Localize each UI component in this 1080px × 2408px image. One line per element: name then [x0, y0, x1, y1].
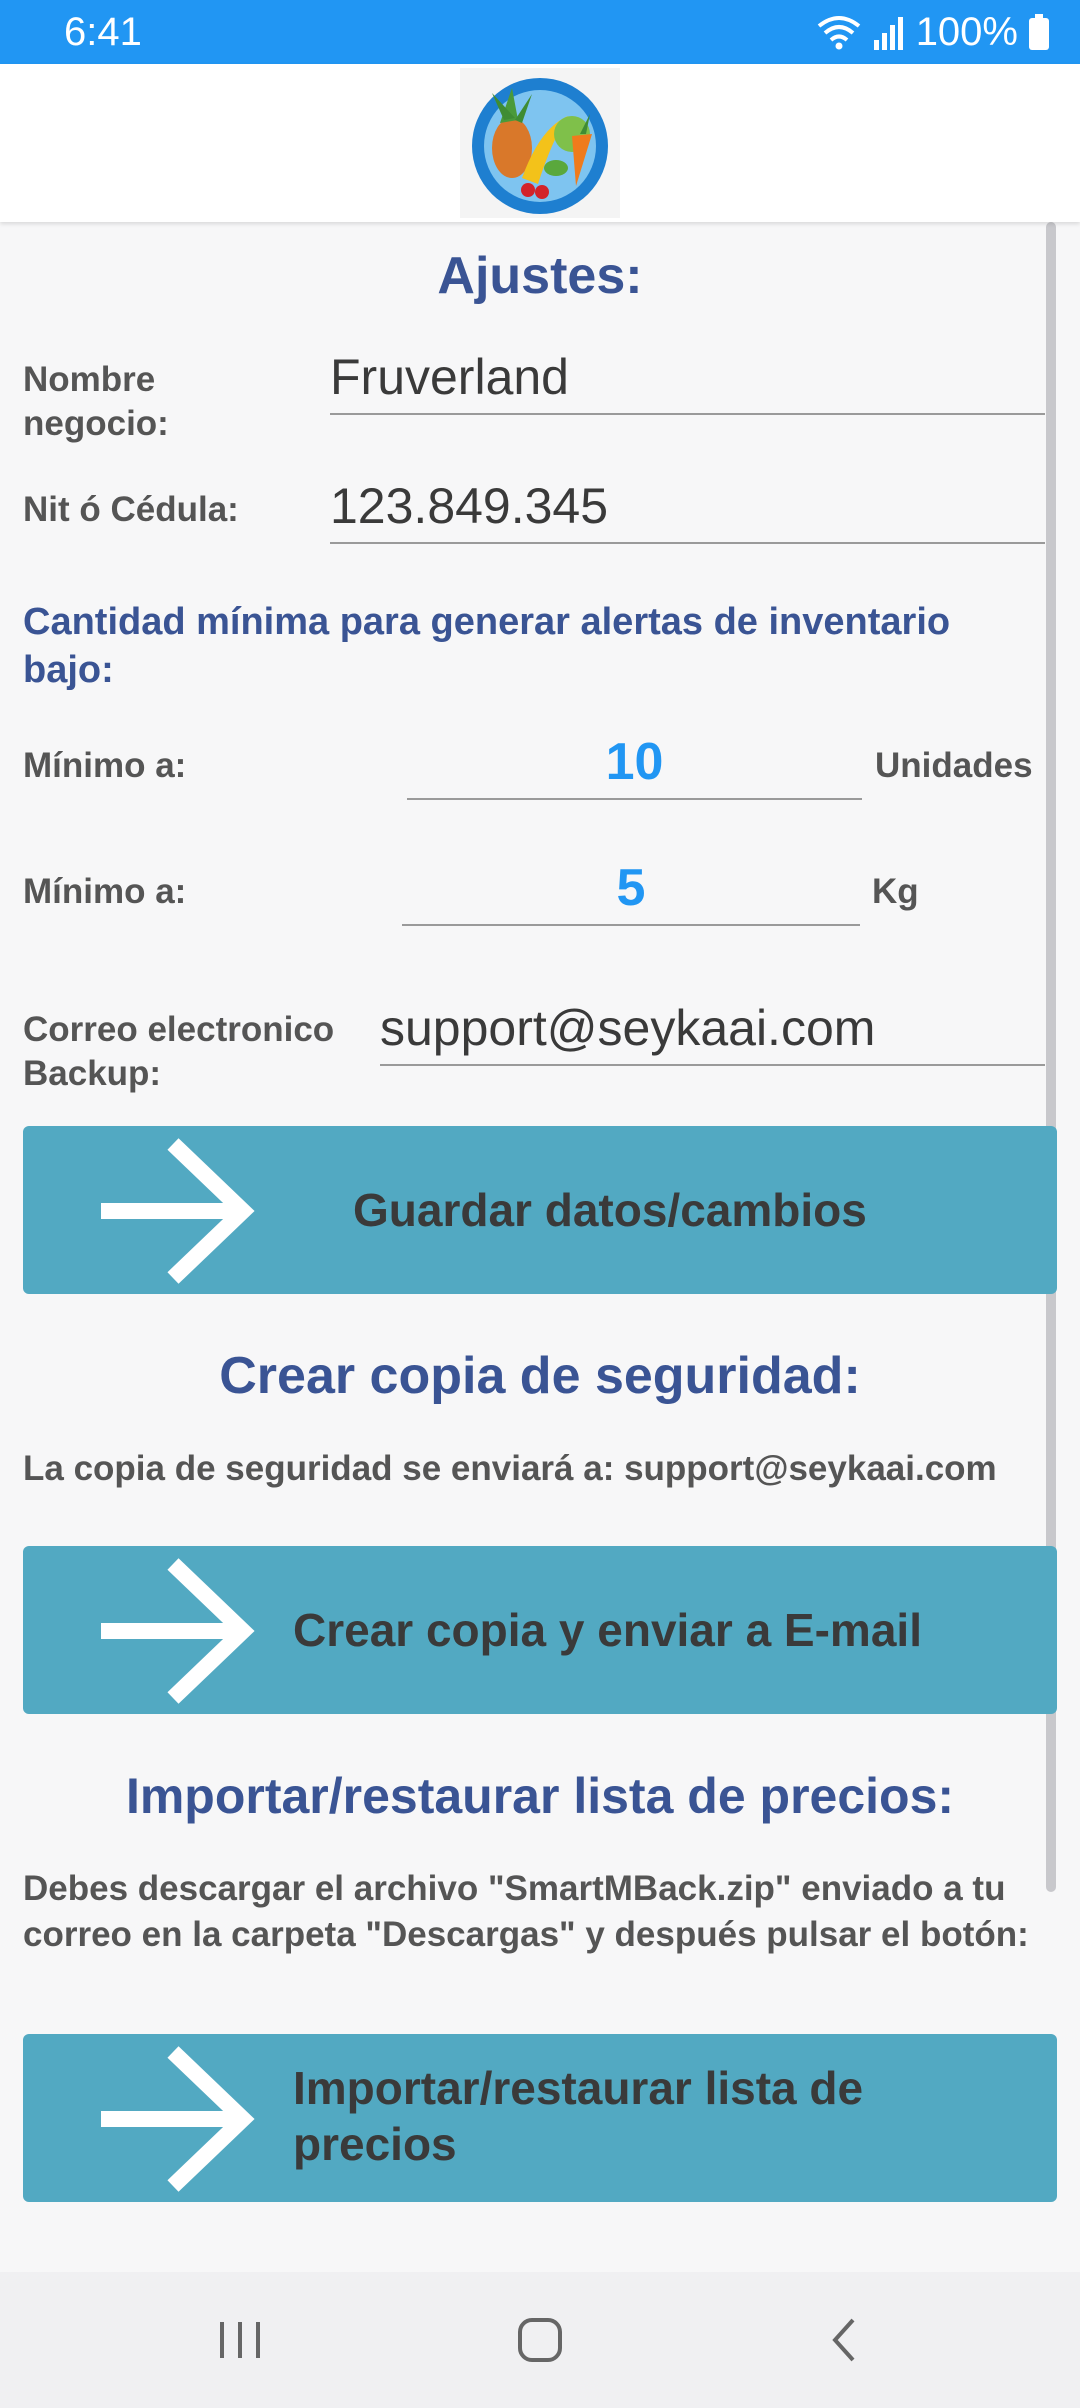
restore-title: Importar/restaurar lista de precios:	[125, 1768, 955, 1824]
signal-icon	[873, 17, 903, 50]
create-backup-label: Crear copia y enviar a E-mail	[293, 1604, 922, 1656]
save-changes-button[interactable]: Guardar datos/cambios	[23, 1126, 1057, 1294]
recent-apps-icon[interactable]	[210, 2310, 270, 2370]
nit-value: 123.849.345	[330, 478, 609, 534]
min-kg-value: 5	[616, 859, 646, 917]
nit-field[interactable]: 123.849.345	[330, 474, 1045, 544]
nit-label: Nit ó Cédula:	[23, 490, 239, 529]
restore-price-list-label: Importar/restaurar lista de precios	[293, 2062, 864, 2170]
backup-email-label: Correo electronico Backup:	[23, 1010, 335, 1093]
app-bar	[0, 64, 1080, 222]
home-icon[interactable]	[510, 2310, 570, 2370]
business-name-field[interactable]: Fruverland	[330, 345, 1045, 415]
inventory-alert-subtitle: Cantidad mínima para generar alertas de …	[23, 601, 951, 691]
settings-title: Ajustes:	[437, 247, 643, 305]
save-changes-label: Guardar datos/cambios	[353, 1184, 867, 1236]
min-kg-label: Mínimo a:	[23, 872, 187, 911]
battery-percentage: 100%	[915, 10, 1018, 54]
business-name-label: Nombre negocio:	[23, 360, 169, 443]
arrow-right-icon	[101, 1138, 255, 1284]
min-units-field[interactable]: 10	[407, 728, 862, 800]
fruit-basket-logo-icon	[460, 68, 620, 218]
status-bar: 6:41 100%	[0, 0, 1080, 64]
status-icons: 100%	[816, 8, 1050, 56]
backup-title: Crear copia de seguridad:	[219, 1347, 861, 1405]
min-kg-field[interactable]: 5	[402, 854, 860, 926]
restore-description: Debes descargar el archivo "SmartMBack.z…	[23, 1869, 1029, 1954]
status-time: 6:41	[64, 10, 142, 54]
business-name-value: Fruverland	[330, 349, 569, 405]
min-units-label: Mínimo a:	[23, 746, 187, 785]
back-icon[interactable]	[815, 2310, 875, 2370]
backup-email-value: support@seykaai.com	[380, 1000, 876, 1056]
arrow-right-icon	[101, 1558, 255, 1704]
min-kg-unit: Kg	[872, 872, 919, 911]
min-units-value: 10	[605, 733, 664, 791]
min-units-unit: Unidades	[875, 746, 1033, 785]
wifi-icon	[817, 16, 860, 50]
arrow-right-icon	[101, 2046, 255, 2192]
battery-icon	[1029, 14, 1049, 50]
backup-email-field[interactable]: support@seykaai.com	[380, 996, 1045, 1066]
restore-price-list-button[interactable]: Importar/restaurar lista de precios	[23, 2034, 1057, 2202]
backup-description: La copia de seguridad se enviará a: supp…	[23, 1449, 997, 1488]
create-backup-button[interactable]: Crear copia y enviar a E-mail	[23, 1546, 1057, 1714]
system-nav-bar	[0, 2272, 1080, 2408]
